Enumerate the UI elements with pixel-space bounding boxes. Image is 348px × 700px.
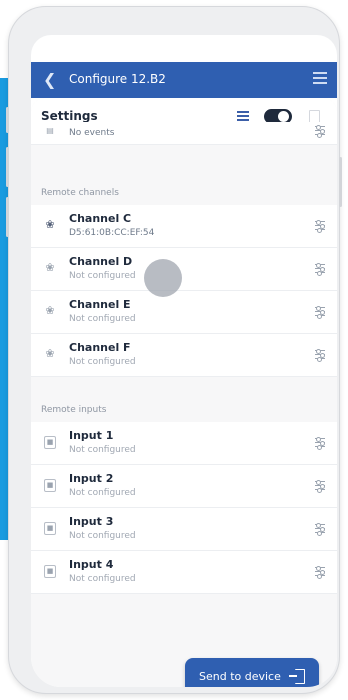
settings-panel: Settings ▤ No events Remote channels ❀ C… [31,98,337,687]
volume-button [6,107,9,133]
channel-name: Channel D [69,255,133,268]
channel-row[interactable]: ❀ Channel C D5:61:0B:CC:EF:54 [31,205,337,248]
input-status: Not configured [69,531,136,541]
input-row[interactable]: ■ Input 1 Not configured [31,422,337,465]
settings-title: Settings [41,109,98,123]
events-icon: ▤ [46,126,54,135]
input-status: Not configured [69,574,136,584]
sliders-icon[interactable] [315,305,325,319]
input-status: Not configured [69,445,136,455]
sliders-icon[interactable] [315,124,325,138]
input-icon: ■ [44,479,56,492]
touch-indicator [144,259,182,297]
remote-channel-icon: ❀ [45,304,55,317]
input-name: Input 1 [69,429,114,442]
sliders-icon[interactable] [315,262,325,276]
channel-row[interactable]: ❀ Channel D Not configured [31,248,337,291]
chevron-left-icon[interactable]: ❮ [43,70,56,90]
sliders-icon[interactable] [315,219,325,233]
channel-status: Not configured [69,271,136,281]
input-row[interactable]: ■ Input 3 Not configured [31,508,337,551]
input-name: Input 3 [69,515,114,528]
channel-status: Not configured [69,357,136,367]
channel-address: D5:61:0B:CC:EF:54 [69,228,155,238]
volume-button [6,197,9,237]
phone-frame: ❮ Configure 12.B2 Settings ▤ No events R… [6,6,342,694]
sliders-icon[interactable] [315,522,325,536]
power-button [339,157,342,207]
menu-icon[interactable] [313,72,327,86]
input-status: Not configured [69,488,136,498]
sliders-icon[interactable] [315,348,325,362]
input-icon: ■ [44,436,56,449]
input-row[interactable]: ■ Input 2 Not configured [31,465,337,508]
channel-status: Not configured [69,314,136,324]
input-name: Input 4 [69,558,114,571]
app-screen: ❮ Configure 12.B2 Settings ▤ No events R… [31,35,337,687]
events-row[interactable]: ▤ No events [31,122,337,145]
send-icon [289,669,305,684]
remote-channel-icon: ❀ [45,218,55,231]
remote-channel-icon: ❀ [45,347,55,360]
sliders-icon[interactable] [315,565,325,579]
channel-name: Channel F [69,341,131,354]
events-status: No events [69,128,115,138]
channel-row[interactable]: ❀ Channel F Not configured [31,334,337,377]
channel-name: Channel E [69,298,131,311]
volume-button [6,147,9,187]
toggle-knob [278,111,289,122]
input-icon: ■ [44,565,56,578]
input-row[interactable]: ■ Input 4 Not configured [31,551,337,594]
page-title: Configure 12.B2 [69,72,166,86]
channel-row[interactable]: ❀ Channel E Not configured [31,291,337,334]
sliders-icon[interactable] [315,479,325,493]
section-title-remote-channels: Remote channels [41,188,119,198]
input-name: Input 2 [69,472,114,485]
send-button-label: Send to device [199,670,281,683]
send-to-device-button[interactable]: Send to device [185,658,319,687]
top-app-bar: ❮ Configure 12.B2 [31,62,337,98]
input-icon: ■ [44,522,56,535]
sliders-icon[interactable] [315,436,325,450]
channel-name: Channel C [69,212,132,225]
section-title-remote-inputs: Remote inputs [41,405,107,415]
remote-channel-icon: ❀ [45,261,55,274]
